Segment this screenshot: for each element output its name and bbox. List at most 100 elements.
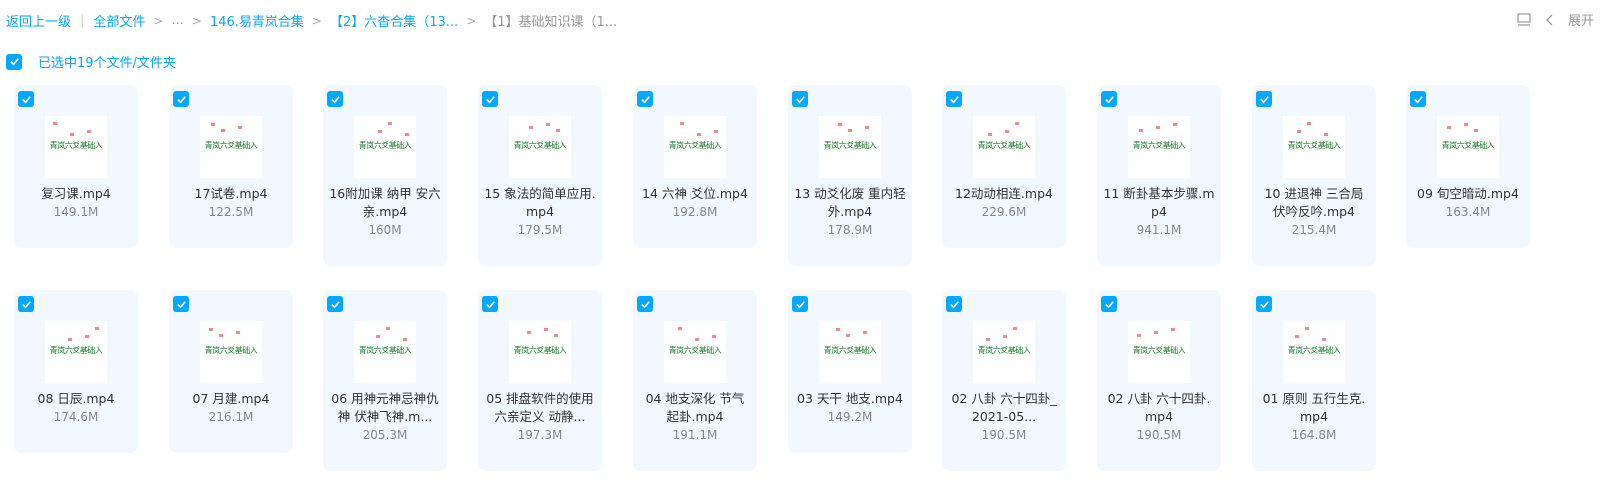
chevron-right-icon: > xyxy=(153,13,164,28)
file-card[interactable]: 青岚六爻基础入 04 地支深化 节气 起卦.mp4 191.1M xyxy=(633,290,757,471)
file-size: 190.5M xyxy=(1136,428,1182,442)
thumbnail-mark xyxy=(221,129,225,132)
thumbnail-mark xyxy=(238,126,242,129)
file-card[interactable]: 青岚六爻基础入 14 六神 爻位.mp4 192.8M xyxy=(633,85,757,248)
file-card[interactable]: 青岚六爻基础入 02 八卦 六十四卦.mp4 190.5M xyxy=(1097,290,1221,471)
thumbnail-title: 青岚六爻基础入 xyxy=(513,346,567,355)
expand-button[interactable]: 展开 xyxy=(1568,10,1594,29)
thumbnail-mark xyxy=(388,122,392,125)
file-size: 229.6M xyxy=(981,205,1027,219)
thumbnail-mark xyxy=(219,334,223,337)
file-size: 163.4M xyxy=(1445,205,1491,219)
thumbnail-mark xyxy=(1015,122,1019,125)
thumbnail-mark xyxy=(1295,335,1299,338)
chevron-left-icon[interactable] xyxy=(1542,12,1558,28)
file-card[interactable]: 青岚六爻基础入 08 日辰.mp4 174.6M xyxy=(14,290,138,453)
file-checkbox[interactable] xyxy=(946,91,962,107)
file-name: 07 月建.mp4 xyxy=(192,391,270,406)
thumbnail-mark xyxy=(1324,133,1328,136)
file-card[interactable]: 青岚六爻基础入 05 排盘软件的使用 六亲定义 动静... 197.3M xyxy=(478,290,602,471)
file-card[interactable]: 青岚六爻基础入 16附加课 纳甲 安六亲.mp4 160M xyxy=(323,85,447,266)
file-card[interactable]: 青岚六爻基础入 10 进退神 三合局 伏吟反吟.mp4 215.4M xyxy=(1252,85,1376,266)
back-link[interactable]: 返回上一级 xyxy=(6,11,71,30)
file-checkbox[interactable] xyxy=(482,91,498,107)
file-checkbox[interactable] xyxy=(173,296,189,312)
file-checkbox[interactable] xyxy=(1256,296,1272,312)
file-checkbox[interactable] xyxy=(1101,91,1117,107)
file-card[interactable]: 青岚六爻基础入 15 象法的简单应用.mp4 179.5M xyxy=(478,85,602,266)
file-size: 941.1M xyxy=(1136,223,1182,237)
crumb-ellipsis[interactable]: ... xyxy=(171,13,183,28)
video-thumbnail: 青岚六爻基础入 xyxy=(45,116,107,178)
file-checkbox[interactable] xyxy=(792,296,808,312)
thumbnail-mark xyxy=(546,123,550,126)
thumbnail-title: 青岚六爻基础入 xyxy=(977,346,1031,355)
video-thumbnail: 青岚六爻基础入 xyxy=(1437,116,1499,178)
file-card[interactable]: 青岚六爻基础入 09 旬空暗动.mp4 163.4M xyxy=(1406,85,1530,248)
file-name: 09 旬空暗动.mp4 xyxy=(1417,186,1519,201)
file-name: 16附加课 纳甲 安六亲.mp4 xyxy=(329,186,441,219)
thumbnail-mark xyxy=(209,328,213,331)
video-thumbnail: 青岚六爻基础入 xyxy=(973,321,1035,383)
thumbnail-mark xyxy=(378,130,382,133)
thumbnail-mark xyxy=(1307,122,1311,125)
list-view-icon[interactable] xyxy=(1516,12,1532,28)
file-checkbox[interactable] xyxy=(18,91,34,107)
file-checkbox[interactable] xyxy=(482,296,498,312)
file-checkbox[interactable] xyxy=(637,296,653,312)
file-card[interactable]: 青岚六爻基础入 12动动相连.mp4 229.6M xyxy=(942,85,1066,248)
thumbnail-mark xyxy=(695,338,699,341)
video-thumbnail: 青岚六爻基础入 xyxy=(354,321,416,383)
file-checkbox[interactable] xyxy=(1101,296,1117,312)
video-thumbnail: 青岚六爻基础入 xyxy=(664,321,726,383)
file-card[interactable]: 青岚六爻基础入 11 断卦基本步骤.mp4 941.1M xyxy=(1097,85,1221,266)
file-size: 197.3M xyxy=(517,428,563,442)
thumbnail-mark xyxy=(1156,126,1160,129)
thumbnail-mark xyxy=(988,133,992,136)
thumbnail-mark xyxy=(1005,130,1009,133)
file-card[interactable]: 青岚六爻基础入 02 八卦 六十四卦_2021-05... 190.5M xyxy=(942,290,1066,471)
thumbnail-mark xyxy=(211,123,215,126)
file-checkbox[interactable] xyxy=(1410,91,1426,107)
video-thumbnail: 青岚六爻基础入 xyxy=(1283,321,1345,383)
file-checkbox[interactable] xyxy=(792,91,808,107)
crumb-folder-2[interactable]: 【2】六杳合集（13... xyxy=(330,11,458,30)
file-card[interactable]: 青岚六爻基础入 13 动爻化废 重内轻外.mp4 178.9M xyxy=(788,85,912,266)
thumbnail-mark xyxy=(863,331,867,334)
thumbnail-mark xyxy=(1154,331,1158,334)
thumbnail-mark xyxy=(680,122,684,125)
file-card[interactable]: 青岚六爻基础入 07 月建.mp4 216.1M xyxy=(169,290,293,453)
view-tools: 展开 xyxy=(1516,10,1594,29)
file-card[interactable]: 青岚六爻基础入 01 原则 五行生克.mp4 164.8M xyxy=(1252,290,1376,471)
file-card[interactable]: 青岚六爻基础入 复习课.mp4 149.1M xyxy=(14,85,138,248)
video-thumbnail: 青岚六爻基础入 xyxy=(354,116,416,178)
file-checkbox[interactable] xyxy=(946,296,962,312)
file-checkbox[interactable] xyxy=(1256,91,1272,107)
select-all-checkbox[interactable] xyxy=(6,53,22,70)
video-thumbnail: 青岚六爻基础入 xyxy=(1128,116,1190,178)
thumbnail-mark xyxy=(1003,335,1007,338)
file-card[interactable]: 青岚六爻基础入 06 用神元神忌神仇神 伏神飞神.m... 205.3M xyxy=(323,290,447,471)
thumbnail-title: 青岚六爻基础入 xyxy=(204,141,258,150)
thumbnail-mark xyxy=(1322,338,1326,341)
file-checkbox[interactable] xyxy=(18,296,34,312)
selection-count: 已选中19个文件/文件夹 xyxy=(38,56,176,71)
file-name: 01 原则 五行生克.mp4 xyxy=(1262,391,1366,424)
crumb-all-files[interactable]: 全部文件 xyxy=(93,11,145,30)
file-card[interactable]: 青岚六爻基础入 03 天干 地支.mp4 149.2M xyxy=(788,290,912,453)
file-checkbox[interactable] xyxy=(637,91,653,107)
thumbnail-mark xyxy=(554,334,558,337)
file-checkbox[interactable] xyxy=(173,91,189,107)
video-thumbnail: 青岚六爻基础入 xyxy=(200,321,262,383)
crumb-folder-1[interactable]: 146.易青岚合集 xyxy=(210,11,304,30)
file-checkbox[interactable] xyxy=(327,296,343,312)
thumbnail-mark xyxy=(697,133,701,136)
file-checkbox[interactable] xyxy=(327,91,343,107)
thumbnail-title: 青岚六爻基础入 xyxy=(668,346,722,355)
thumbnail-mark xyxy=(678,327,682,330)
thumbnail-mark xyxy=(544,328,548,331)
file-card[interactable]: 青岚六爻基础入 17试卷.mp4 122.5M xyxy=(169,85,293,248)
file-size: 190.5M xyxy=(981,428,1027,442)
file-size: 164.8M xyxy=(1291,428,1337,442)
thumbnail-mark xyxy=(1474,129,1478,132)
